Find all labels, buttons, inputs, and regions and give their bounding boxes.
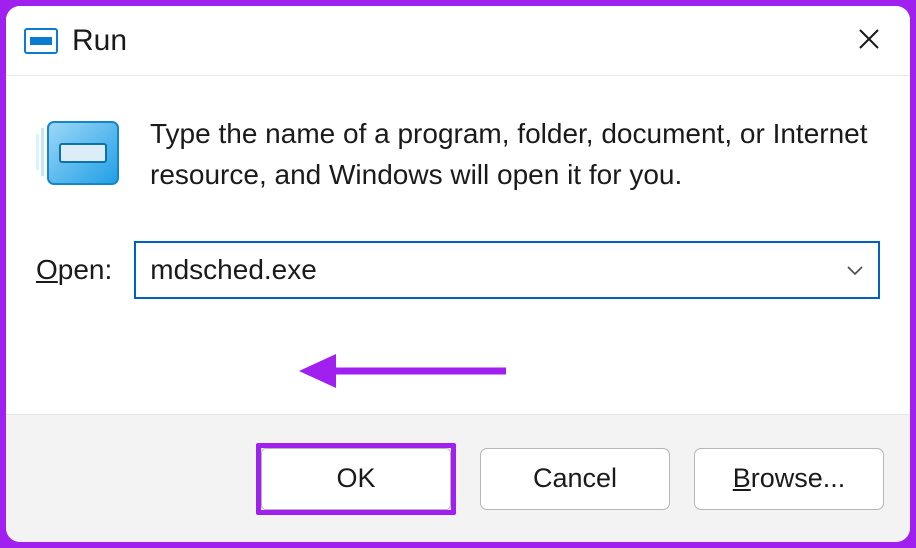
run-dialog: Run	[6, 6, 910, 542]
open-input[interactable]	[150, 254, 836, 286]
ok-button[interactable]: OK	[261, 448, 451, 510]
close-icon	[858, 25, 880, 57]
run-large-icon	[36, 118, 122, 192]
run-icon	[24, 28, 58, 54]
close-button[interactable]	[846, 18, 892, 64]
chevron-down-icon[interactable]	[846, 264, 864, 276]
browse-button[interactable]: Browse...	[694, 448, 884, 510]
dialog-content: Type the name of a program, folder, docu…	[6, 76, 910, 414]
ok-highlight: OK	[256, 443, 456, 515]
annotation-arrow	[296, 346, 516, 401]
button-bar: OK Cancel Browse...	[6, 414, 910, 542]
open-label: Open:	[36, 254, 112, 286]
description-text: Type the name of a program, folder, docu…	[150, 114, 870, 195]
cancel-button[interactable]: Cancel	[480, 448, 670, 510]
titlebar: Run	[6, 6, 910, 76]
dialog-title: Run	[72, 24, 846, 58]
open-combobox[interactable]	[134, 241, 880, 299]
